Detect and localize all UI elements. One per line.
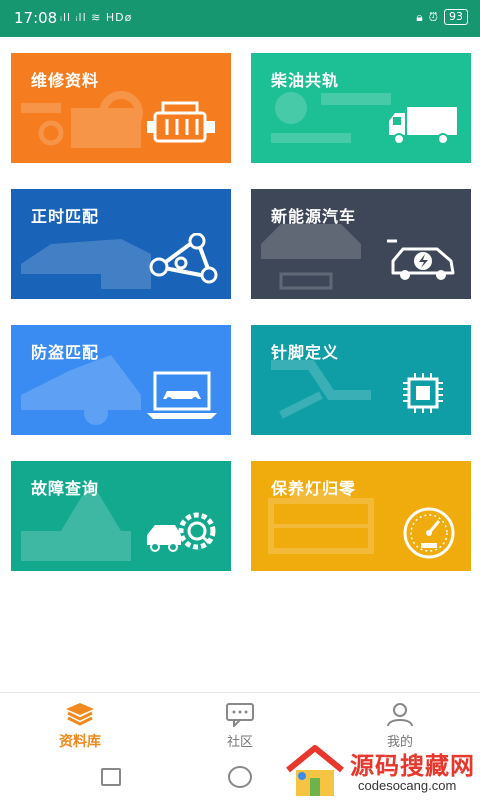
home-button[interactable] xyxy=(228,766,252,788)
category-grid: 维修资料 柴油共轨 正时匹配 新能源汽车 防盗匹配 针脚定义 故障查询 保养灯归… xyxy=(0,37,480,692)
tile-label: 正时匹配 xyxy=(31,207,100,226)
nav-tab-library[interactable]: 资料库 xyxy=(35,701,125,751)
tile-timing-match[interactable]: 正时匹配 xyxy=(11,189,231,299)
truck-icon xyxy=(389,107,457,145)
tile-label: 柴油共轨 xyxy=(271,71,340,90)
chip-icon xyxy=(403,373,443,413)
alarm-icon: ⏰︎ xyxy=(428,9,438,24)
tile-label: 防盗匹配 xyxy=(31,343,100,362)
tile-label: 故障查询 xyxy=(31,479,100,498)
tile-label: 针脚定义 xyxy=(271,343,340,362)
nav-label: 资料库 xyxy=(59,734,101,750)
user-icon xyxy=(387,703,413,727)
tile-fault-query[interactable]: 故障查询 xyxy=(11,461,231,571)
chat-icon xyxy=(226,703,254,727)
status-bar: 17:08 ᵢll ᵢll ≋ HDø 🔒︎ ⏰︎ 93 xyxy=(0,0,480,37)
speedometer-icon xyxy=(403,507,455,559)
car-gear-search-icon xyxy=(147,512,216,552)
layers-icon xyxy=(66,703,94,726)
lock-icon: 🔒︎ xyxy=(416,9,423,24)
tile-label: 保养灯归零 xyxy=(271,479,357,498)
tile-repair-data[interactable]: 维修资料 xyxy=(11,53,231,163)
house-logo-icon xyxy=(286,745,344,796)
tile-label: 维修资料 xyxy=(31,71,100,90)
tile-new-energy-vehicle[interactable]: 新能源汽车 xyxy=(251,189,471,299)
status-time: 17:08 xyxy=(14,9,58,27)
recent-apps-button[interactable] xyxy=(101,768,121,786)
laptop-car-icon xyxy=(147,371,217,419)
timing-belt-icon xyxy=(149,233,218,284)
tile-label: 新能源汽车 xyxy=(271,207,357,226)
watermark-title: 源码搜藏网 xyxy=(350,752,475,780)
signal-icons: ᵢll ᵢll ≋ HDø xyxy=(60,11,133,24)
battery-indicator: 93 xyxy=(444,9,468,25)
watermark-logo: 源码搜藏网 codesocang.com xyxy=(280,740,480,800)
engine-icon xyxy=(147,101,215,143)
tile-diesel-common-rail[interactable]: 柴油共轨 xyxy=(251,53,471,163)
tile-maintenance-reset[interactable]: 保养灯归零 xyxy=(251,461,471,571)
tile-pin-definition[interactable]: 针脚定义 xyxy=(251,325,471,435)
status-right: 🔒︎ ⏰︎ 93 xyxy=(416,9,468,25)
tile-anti-theft-match[interactable]: 防盗匹配 xyxy=(11,325,231,435)
nav-label: 社区 xyxy=(226,735,253,750)
watermark-url: codesocang.com xyxy=(358,778,457,793)
nav-tab-community[interactable]: 社区 xyxy=(195,701,285,750)
electric-car-icon xyxy=(387,239,455,280)
